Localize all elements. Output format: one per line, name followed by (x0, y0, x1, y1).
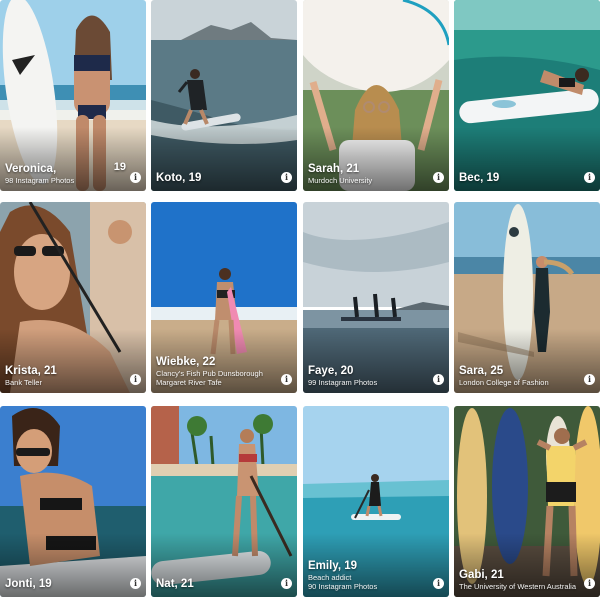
profile-card[interactable]: Jonti, 19 i (0, 406, 146, 597)
profile-card[interactable]: Gabi, 21 The University of Western Austr… (454, 406, 600, 597)
profile-name: Emily, 19 (308, 560, 358, 572)
profile-name: Koto, 19 (156, 172, 202, 184)
profile-caption: Gabi, 21 The University of Western Austr… (459, 569, 578, 591)
profile-subtitle: Murdoch University (308, 176, 373, 185)
profile-card[interactable]: Koto, 19 i (151, 0, 297, 191)
info-icon[interactable]: i (130, 172, 141, 183)
profile-card[interactable]: Sara, 25 London College of Fashion i (454, 202, 600, 393)
profile-card[interactable]: Bec, 19 i (454, 0, 600, 191)
profile-subtitle-2: 90 Instagram Photos (308, 582, 378, 591)
profile-name: Sarah, 21 (308, 163, 360, 175)
info-icon[interactable]: i (281, 172, 292, 183)
profile-caption: Krista, 21 Bank Teller (5, 365, 124, 387)
profile-card[interactable]: Wiebke, 22 Clancy's Fish Pub Dunsborough… (151, 202, 297, 393)
profile-name: Faye, 20 (308, 365, 354, 377)
info-icon[interactable]: i (130, 578, 141, 589)
profile-name: Wiebke, 22 (156, 356, 216, 368)
info-icon[interactable]: i (433, 578, 444, 589)
profile-subtitle: Clancy's Fish Pub Dunsborough (156, 369, 263, 378)
profile-caption: Bec, 19 (459, 172, 578, 185)
profile-caption: Jonti, 19 (5, 578, 124, 591)
profile-caption: Wiebke, 22 Clancy's Fish Pub Dunsborough… (156, 356, 275, 387)
info-icon[interactable]: i (433, 374, 444, 385)
profile-card[interactable]: Krista, 21 Bank Teller i (0, 202, 146, 393)
info-icon[interactable]: i (433, 172, 444, 183)
profile-caption: Veronica, 98 Instagram Photos (5, 163, 124, 185)
profile-subtitle: 98 Instagram Photos (5, 176, 75, 185)
profile-card[interactable]: Emily, 19 Beach addict 90 Instagram Phot… (303, 406, 449, 597)
profile-caption: Faye, 20 99 Instagram Photos (308, 365, 427, 387)
info-icon[interactable]: i (584, 374, 595, 385)
info-icon[interactable]: i (130, 374, 141, 385)
profile-subtitle: 99 Instagram Photos (308, 378, 378, 387)
profile-caption: Nat, 21 (156, 578, 275, 591)
profile-caption: Sarah, 21 Murdoch University (308, 163, 427, 185)
profile-subtitle: Bank Teller (5, 378, 42, 387)
info-icon[interactable]: i (281, 374, 292, 385)
profile-subtitle: The University of Western Australia (459, 582, 576, 591)
profile-name: Jonti, 19 (5, 578, 52, 590)
profile-name: Bec, 19 (459, 172, 500, 184)
profile-name: Nat, 21 (156, 578, 194, 590)
profile-subtitle: London College of Fashion (459, 378, 549, 387)
profile-name: Veronica, (5, 163, 57, 175)
info-icon[interactable]: i (584, 578, 595, 589)
profile-card[interactable]: Faye, 20 99 Instagram Photos i (303, 202, 449, 393)
profile-grid: 19 Veronica, 98 Instagram Photos i Koto,… (0, 0, 600, 597)
profile-subtitle-2: Margaret River Tafe (156, 378, 222, 387)
profile-caption: Emily, 19 Beach addict 90 Instagram Phot… (308, 560, 427, 591)
profile-card[interactable]: Nat, 21 i (151, 406, 297, 597)
info-icon[interactable]: i (584, 172, 595, 183)
profile-caption: Koto, 19 (156, 172, 275, 185)
profile-name: Sara, 25 (459, 365, 504, 377)
profile-name: Gabi, 21 (459, 569, 504, 581)
info-icon[interactable]: i (281, 578, 292, 589)
profile-caption: Sara, 25 London College of Fashion (459, 365, 578, 387)
profile-subtitle: Beach addict (308, 573, 352, 582)
profile-card[interactable]: Sarah, 21 Murdoch University i (303, 0, 449, 191)
profile-name: Krista, 21 (5, 365, 57, 377)
profile-card[interactable]: 19 Veronica, 98 Instagram Photos i (0, 0, 146, 191)
